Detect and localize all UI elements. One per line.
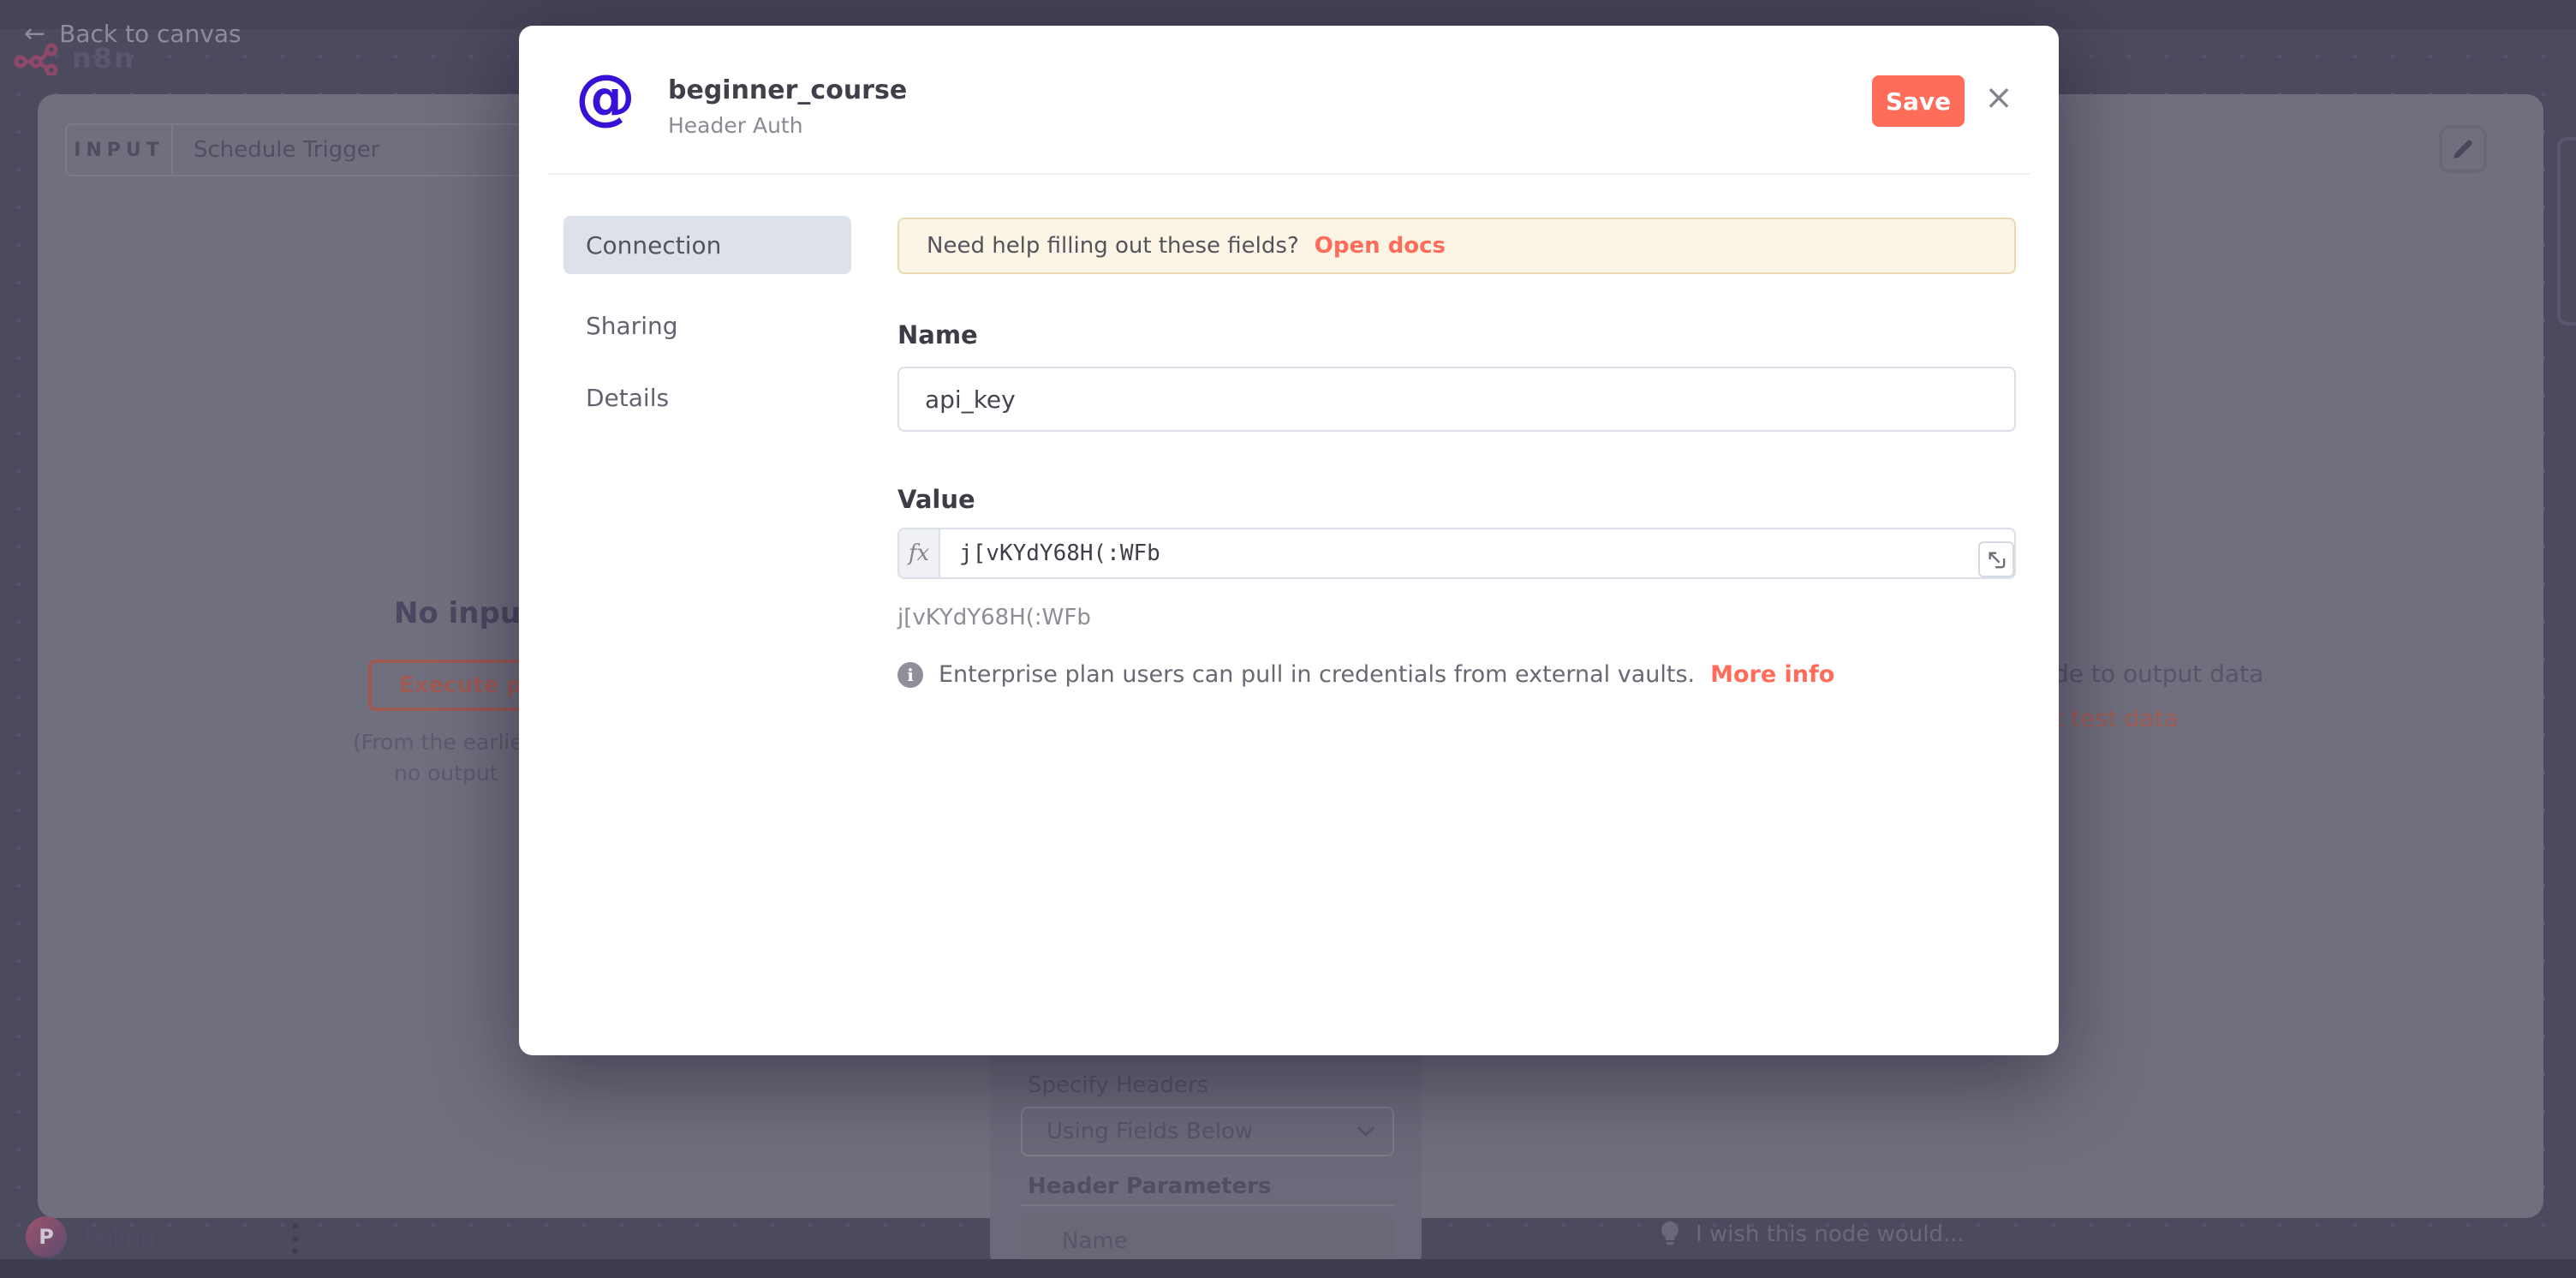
close-icon[interactable]: × xyxy=(1978,77,2019,118)
credential-type-subtitle: Header Auth xyxy=(668,113,803,138)
info-icon: i xyxy=(897,662,923,688)
expand-icon xyxy=(1987,550,2006,569)
input-source-value[interactable]: Schedule Trigger xyxy=(173,137,577,163)
node-feedback-placeholder: I wish this node would... xyxy=(1696,1221,1965,1247)
name-input[interactable] xyxy=(897,367,2016,432)
header-divider xyxy=(548,173,2030,175)
open-docs-link[interactable]: Open docs xyxy=(1315,233,1446,259)
n8n-logo: n8n xyxy=(14,41,135,75)
save-button[interactable]: Save xyxy=(1872,75,1965,127)
sidebar-user[interactable]: P Polina xyxy=(26,1216,155,1257)
lightbulb-icon xyxy=(1658,1220,1682,1249)
input-hint-line2: no output xyxy=(394,761,498,785)
input-hint-line1: (From the earlies xyxy=(353,730,534,755)
input-label: INPUT xyxy=(67,125,173,175)
canvas-bottom-strip xyxy=(0,1259,2576,1278)
parameter-name-label: Name xyxy=(1062,1228,1128,1254)
tab-sharing[interactable]: Sharing xyxy=(564,296,851,355)
canvas-top-strip xyxy=(0,0,2576,29)
tab-details-label: Details xyxy=(586,384,669,412)
tab-sharing-label: Sharing xyxy=(586,312,678,340)
set-test-data-link[interactable]: t test data xyxy=(2054,704,2179,732)
canvas-node[interactable] xyxy=(2557,137,2576,325)
value-input[interactable] xyxy=(940,529,2014,577)
input-source-selector[interactable]: INPUT Schedule Trigger xyxy=(65,123,579,176)
n8n-logo-icon xyxy=(14,41,65,75)
expression-fx-toggle[interactable]: fx xyxy=(899,529,940,577)
tab-details[interactable]: Details xyxy=(564,368,851,427)
n8n-app: ← Back to canvas n8n INPUT Schedule Trig… xyxy=(0,0,2576,1278)
node-feedback-input[interactable]: I wish this node would... xyxy=(1658,1220,1965,1249)
specify-headers-select[interactable]: Using Fields Below xyxy=(1021,1107,1394,1156)
user-menu-kebab-icon[interactable] xyxy=(281,1223,308,1254)
help-banner-text: Need help filling out these fields? xyxy=(927,233,1299,259)
edit-node-name-button[interactable] xyxy=(2439,125,2487,173)
credential-title: beginner_course xyxy=(668,75,907,105)
credential-at-icon: @ xyxy=(575,67,635,127)
credential-modal: @ beginner_course Header Auth Save × Con… xyxy=(519,26,2059,1055)
n8n-wordmark: n8n xyxy=(72,42,135,75)
user-name: Polina xyxy=(84,1223,155,1251)
value-preview-text: j[vKYdY68H(:WFb xyxy=(897,605,1091,630)
chevron-down-icon xyxy=(1357,1126,1375,1138)
output-panel-text: de to output data xyxy=(2054,660,2263,688)
header-parameters-label: Header Parameters xyxy=(1028,1173,1271,1199)
header-parameters-divider xyxy=(1021,1204,1394,1206)
value-field-group: fx xyxy=(897,528,2016,579)
name-field-label: Name xyxy=(897,320,978,349)
specify-headers-label: Specify Headers xyxy=(1028,1072,1208,1098)
tab-connection[interactable]: Connection xyxy=(564,216,851,274)
expand-expression-button[interactable] xyxy=(1978,541,2014,577)
enterprise-info-text: Enterprise plan users can pull in creden… xyxy=(939,661,1695,688)
more-info-link[interactable]: More info xyxy=(1710,661,1834,688)
avatar[interactable]: P xyxy=(26,1216,67,1257)
enterprise-info-row: i Enterprise plan users can pull in cred… xyxy=(897,661,1834,688)
specify-headers-select-value: Using Fields Below xyxy=(1046,1119,1357,1144)
value-field-label: Value xyxy=(897,485,975,514)
help-banner: Need help filling out these fields? Open… xyxy=(897,218,2016,274)
pencil-icon xyxy=(2451,137,2475,161)
tab-connection-label: Connection xyxy=(586,231,721,260)
